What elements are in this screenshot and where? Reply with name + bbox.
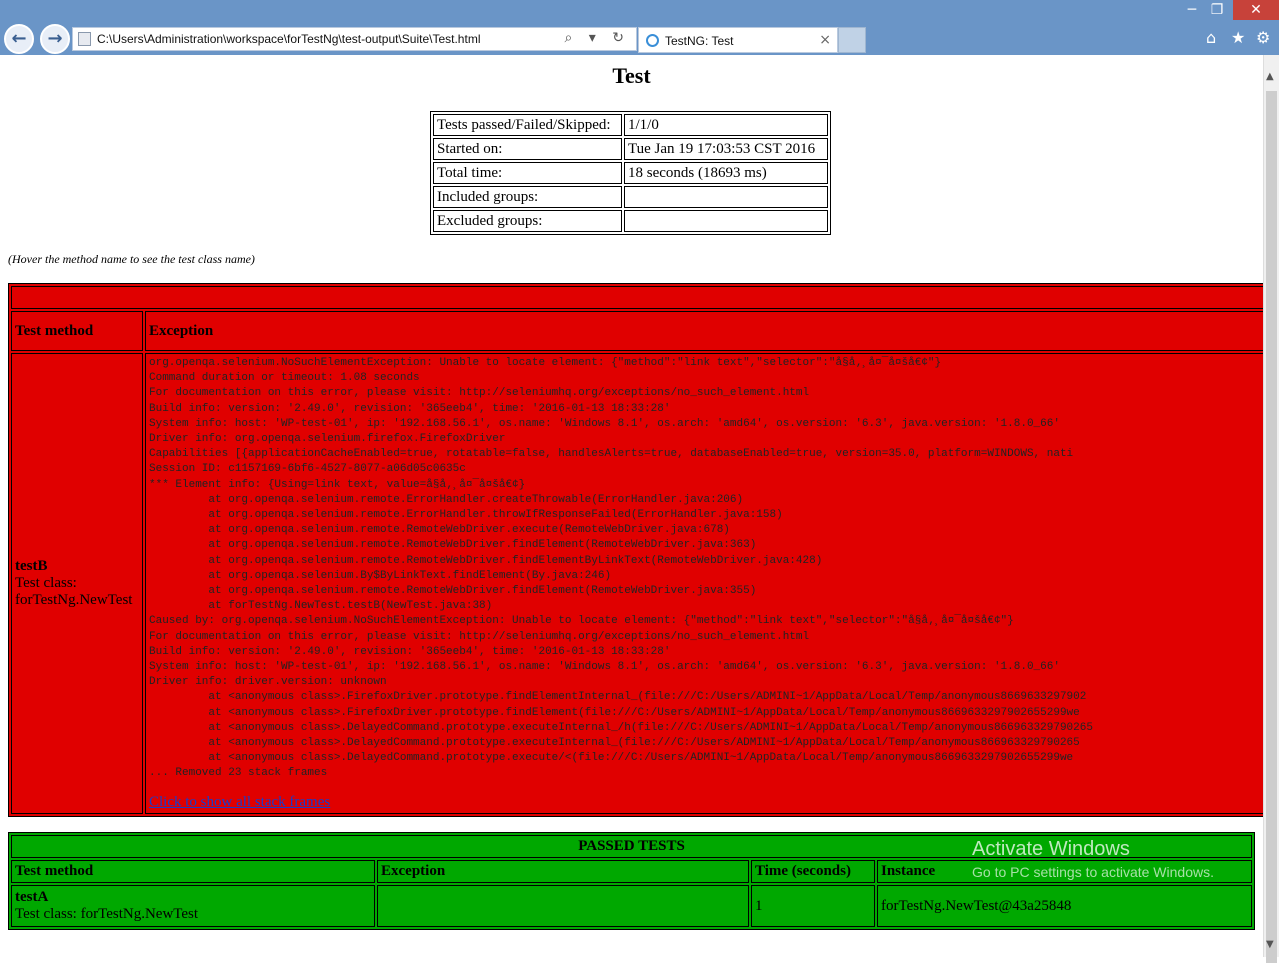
test-class-name: forTestNg.NewTest	[15, 591, 133, 608]
failed-tests-table: Test method Exception testB Test class: …	[8, 283, 1263, 817]
col-exception: Exception	[145, 311, 1263, 351]
summary-value	[624, 186, 828, 208]
table-row: testB Test class: forTestNg.NewTest org.…	[11, 353, 1263, 814]
settings-gear-icon[interactable]: ⚙	[1256, 28, 1270, 47]
table-row: Included groups:	[433, 186, 828, 208]
summary-value	[624, 210, 828, 232]
summary-label: Started on:	[433, 138, 622, 160]
scroll-up-icon[interactable]: ▲	[1266, 71, 1274, 82]
test-class-line: Test class: forTestNg.NewTest	[15, 906, 199, 922]
summary-value: Tue Jan 19 17:03:53 CST 2016	[624, 138, 828, 160]
address-text: C:\Users\Administration\workspace\forTes…	[97, 32, 481, 46]
vertical-scrollbar[interactable]: ▲ ▼	[1263, 55, 1279, 963]
failed-title-row	[11, 286, 1263, 309]
home-icon[interactable]: ⌂	[1206, 28, 1216, 47]
new-tab-button[interactable]	[838, 27, 866, 53]
page-file-icon	[78, 32, 91, 46]
close-tab-icon[interactable]: ×	[819, 32, 831, 48]
summary-label: Excluded groups:	[433, 210, 622, 232]
show-stack-frames-link[interactable]: Click to show all stack frames	[149, 794, 330, 811]
summary-label: Total time:	[433, 162, 622, 184]
back-button[interactable]: ←	[4, 24, 34, 54]
test-method-cell: testB Test class: forTestNg.NewTest	[11, 353, 143, 814]
test-method-name[interactable]: testB	[15, 558, 48, 574]
forward-button[interactable]: →	[40, 24, 70, 54]
exception-cell	[377, 885, 749, 927]
table-row: Tests passed/Failed/Skipped: 1/1/0	[433, 114, 828, 136]
hover-note: (Hover the method name to see the test c…	[8, 252, 255, 266]
back-arrow-icon: ←	[11, 28, 27, 49]
table-row: Started on: Tue Jan 19 17:03:53 CST 2016	[433, 138, 828, 160]
restore-icon[interactable]: ❐	[1207, 0, 1227, 20]
stack-trace: org.openqa.selenium.NoSuchElementExcepti…	[149, 357, 1093, 780]
test-method-name[interactable]: testA	[15, 889, 48, 905]
minimize-icon[interactable]: ─	[1182, 0, 1202, 20]
test-method-cell: testA Test class: forTestNg.NewTest	[11, 885, 375, 927]
table-row: Total time: 18 seconds (18693 ms)	[433, 162, 828, 184]
summary-label: Included groups:	[433, 186, 622, 208]
tab-testng-test[interactable]: TestNG: Test ×	[638, 27, 838, 53]
scrollbar-thumb[interactable]	[1266, 91, 1277, 963]
summary-label: Tests passed/Failed/Skipped:	[433, 114, 622, 136]
col-exception: Exception	[377, 860, 749, 883]
summary-value: 1/1/0	[624, 114, 828, 136]
summary-table: Tests passed/Failed/Skipped: 1/1/0 Starte…	[430, 111, 831, 235]
tab-title: TestNG: Test	[665, 34, 734, 48]
search-refresh-icon[interactable]: ⌕ ▾ ↻	[565, 30, 631, 46]
exception-cell: org.openqa.selenium.NoSuchElementExcepti…	[145, 353, 1263, 814]
col-time: Time (seconds)	[751, 860, 875, 883]
forward-arrow-icon: →	[47, 28, 63, 49]
activate-windows-watermark: Activate Windows	[972, 838, 1130, 860]
failed-title-cell	[11, 286, 1263, 309]
page-content: Test Tests passed/Failed/Skipped: 1/1/0 S…	[0, 55, 1263, 957]
activate-windows-subtext: Go to PC settings to activate Windows.	[972, 864, 1214, 880]
col-test-method: Test method	[11, 860, 375, 883]
close-window-icon[interactable]: ✕	[1233, 0, 1279, 20]
instance-cell: forTestNg.NewTest@43a25848	[877, 885, 1252, 927]
table-row: testA Test class: forTestNg.NewTest 1 fo…	[11, 885, 1252, 927]
ie-favicon-icon	[646, 34, 659, 47]
time-cell: 1	[751, 885, 875, 927]
browser-toolbar: ← → C:\Users\Administration\workspace\fo…	[0, 0, 1279, 55]
col-test-method: Test method	[11, 311, 143, 351]
table-row: Excluded groups:	[433, 210, 828, 232]
scroll-down-icon[interactable]: ▼	[1266, 939, 1274, 950]
table-header-row: Test method Exception	[11, 311, 1263, 351]
test-class-label: Test class:	[15, 574, 77, 591]
favorites-star-icon[interactable]: ★	[1231, 28, 1245, 47]
page-title: Test	[612, 63, 651, 88]
address-bar[interactable]: C:\Users\Administration\workspace\forTes…	[72, 27, 637, 51]
summary-value: 18 seconds (18693 ms)	[624, 162, 828, 184]
